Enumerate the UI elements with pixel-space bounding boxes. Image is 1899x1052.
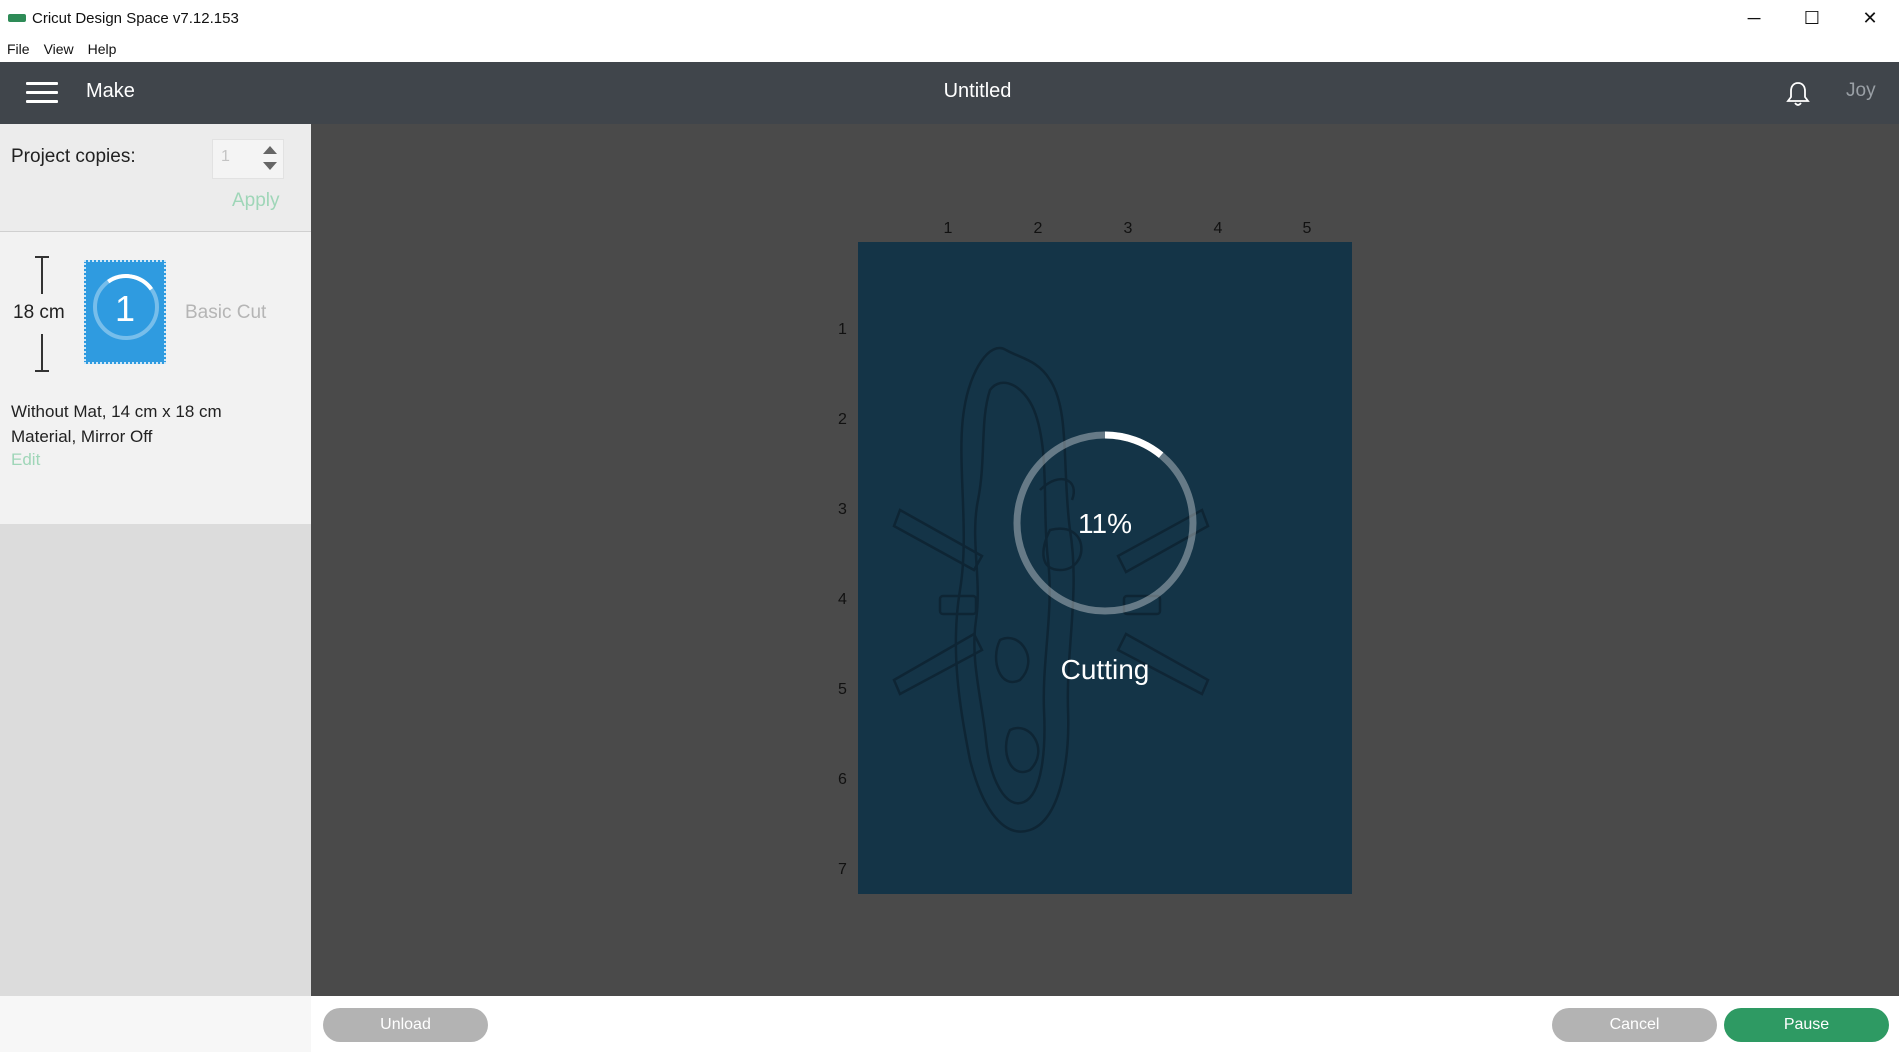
project-title: Untitled	[943, 80, 1012, 102]
close-button[interactable]: ✕	[1841, 0, 1899, 36]
ruler-x-tick: 2	[1033, 220, 1043, 237]
cancel-button[interactable]: Cancel	[1552, 1008, 1717, 1042]
unload-button[interactable]: Unload	[323, 1008, 488, 1042]
project-copies-label: Project copies:	[11, 146, 136, 167]
user-name[interactable]: Joy	[1846, 80, 1876, 102]
title-bar: Cricut Design Space v7.12.153 ─ ☐ ✕	[0, 0, 1899, 36]
minimize-button[interactable]: ─	[1725, 0, 1783, 36]
ruler-x-tick: 4	[1213, 220, 1223, 237]
footer-bar: Unload Cancel Pause	[0, 996, 1899, 1052]
cutting-status: Cutting	[1060, 654, 1150, 685]
cut-type-label: Basic Cut	[185, 302, 267, 323]
app-header: Make Untitled Joy	[0, 62, 1899, 124]
ruler-x-tick: 5	[1302, 220, 1312, 237]
sidebar: Project copies: 1 Apply 18 cm 1 Basic Cu…	[0, 124, 311, 996]
maximize-button[interactable]: ☐	[1783, 0, 1841, 36]
copies-stepper[interactable]	[260, 142, 280, 178]
menu-help[interactable]: Help	[81, 41, 124, 57]
window-controls: ─ ☐ ✕	[1725, 0, 1899, 36]
menu-bar: File View Help	[0, 36, 1899, 62]
bell-icon[interactable]	[1786, 80, 1810, 108]
ruler-x-tick: 1	[943, 220, 953, 237]
ruler-y-tick: 1	[838, 321, 847, 338]
mat-card[interactable]: 18 cm 1 Basic Cut Without Mat, 14 cm x 1…	[0, 232, 311, 524]
ruler-y-tick: 4	[838, 591, 847, 608]
menu-view[interactable]: View	[37, 41, 81, 57]
ruler-y-tick: 2	[838, 411, 847, 428]
edit-link[interactable]: Edit	[11, 450, 40, 470]
mat-info: Without Mat, 14 cm x 18 cm Material, Mir…	[11, 399, 222, 449]
menu-file[interactable]: File	[0, 41, 37, 57]
ruler-y-tick: 7	[838, 861, 847, 878]
progress-percentage: 11%	[1078, 508, 1132, 539]
ruler-y-tick: 5	[838, 681, 847, 698]
ruler-x-tick: 3	[1123, 220, 1133, 237]
mat-height-label: 18 cm	[13, 302, 65, 324]
mat-info-line-1: Without Mat, 14 cm x 18 cm	[11, 402, 222, 421]
stepper-up-icon[interactable]	[263, 146, 277, 154]
ruler-y-tick: 3	[838, 501, 847, 518]
project-copies-panel: Project copies: 1 Apply	[0, 124, 311, 232]
apply-button[interactable]: Apply	[232, 190, 280, 212]
window-title: Cricut Design Space v7.12.153	[32, 9, 239, 27]
app-logo-icon	[8, 14, 26, 22]
ruler-y-tick: 6	[838, 771, 847, 788]
mat-number: 1	[114, 288, 136, 329]
pause-button[interactable]: Pause	[1724, 1008, 1889, 1042]
mat-thumbnail[interactable]: 1	[84, 260, 166, 364]
stepper-down-icon[interactable]	[263, 162, 277, 170]
mat-info-line-2: Material, Mirror Off	[11, 427, 153, 446]
